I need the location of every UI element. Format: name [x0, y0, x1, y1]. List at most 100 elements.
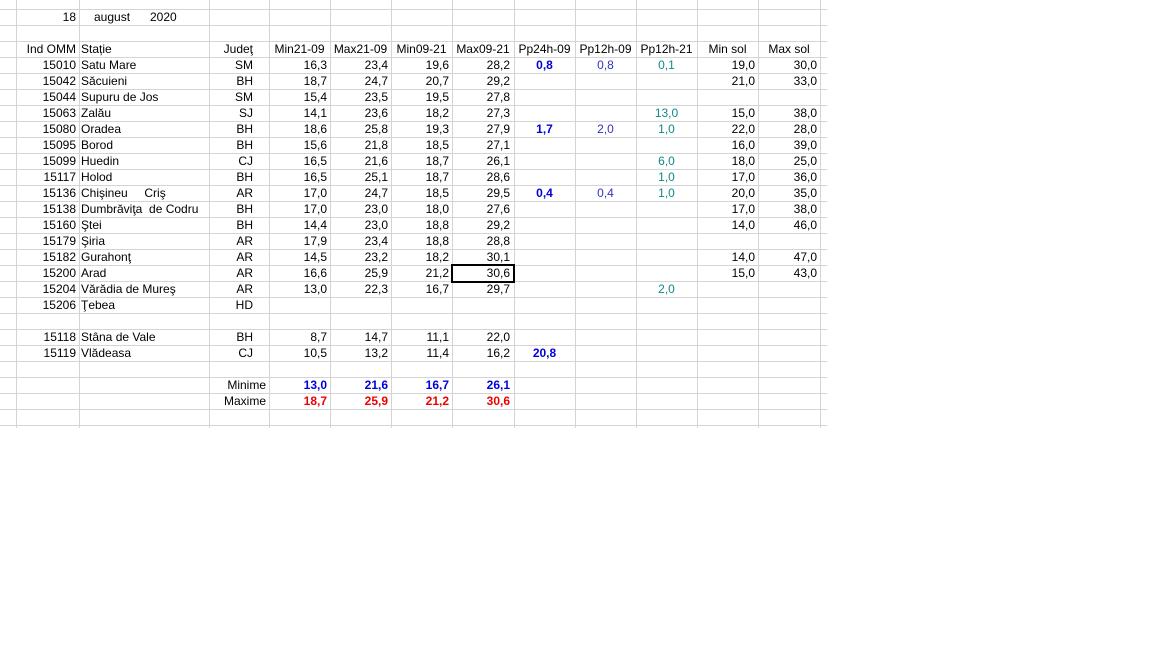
cell-max2109[interactable]: 21,8 — [330, 137, 391, 153]
cell-max0921[interactable]: 29,7 — [452, 281, 513, 297]
spreadsheet-grid[interactable]: 18 august 2020 Ind OMM Stație Judeţ Min21-0… — [0, 0, 827, 428]
cell-county[interactable]: BH — [148, 121, 256, 137]
cell-pp24[interactable] — [514, 105, 575, 121]
cell-county[interactable]: SM — [148, 57, 256, 73]
cell-max2109[interactable]: 23,6 — [330, 105, 391, 121]
cell-min0921[interactable] — [391, 297, 452, 313]
cell-max0921[interactable]: 29,2 — [452, 73, 513, 89]
cell-min2109[interactable]: 16,3 — [269, 57, 330, 73]
cell-county[interactable]: AR — [148, 265, 256, 281]
cell-min2109[interactable]: 16,5 — [269, 153, 330, 169]
cell-min0921[interactable]: 18,0 — [391, 201, 452, 217]
cell-minsol[interactable] — [697, 329, 758, 345]
cell-min0921[interactable]: 18,7 — [391, 169, 452, 185]
cell-pp12b[interactable] — [636, 249, 697, 265]
cell-minsol[interactable]: 17,0 — [697, 169, 758, 185]
cell-pp12b[interactable]: 1,0 — [636, 121, 697, 137]
cell-min2109[interactable]: 18,7 — [269, 73, 330, 89]
cell-minsol[interactable]: 20,0 — [697, 185, 758, 201]
cell-maxsol[interactable]: 38,0 — [758, 201, 820, 217]
cell-min0921[interactable]: 11,4 — [391, 345, 452, 361]
cell-min2109[interactable]: 17,9 — [269, 233, 330, 249]
cell-max2109[interactable]: 21,6 — [330, 153, 391, 169]
cell-pp24[interactable]: 20,8 — [514, 345, 575, 361]
minime-min0921[interactable]: 16,7 — [391, 377, 452, 393]
cell-max0921[interactable]: 27,1 — [452, 137, 513, 153]
cell-ind[interactable]: 15182 — [0, 249, 79, 265]
cell-pp12b[interactable] — [636, 73, 697, 89]
cell-pp24[interactable]: 1,7 — [514, 121, 575, 137]
column-header[interactable]: Ind OMM — [0, 41, 79, 57]
cell-maxsol[interactable]: 30,0 — [758, 57, 820, 73]
minime-label[interactable]: Minime — [148, 377, 269, 393]
cell-maxsol[interactable] — [758, 233, 820, 249]
cell-maxsol[interactable] — [758, 329, 820, 345]
cell-county[interactable]: BH — [148, 217, 256, 233]
cell-max2109[interactable]: 23,4 — [330, 233, 391, 249]
column-header[interactable]: Max21-09 — [330, 41, 391, 57]
cell-minsol[interactable]: 22,0 — [697, 121, 758, 137]
cell-ind[interactable]: 15179 — [0, 233, 79, 249]
cell-pp12a[interactable] — [575, 137, 636, 153]
cell-min2109[interactable]: 16,6 — [269, 265, 330, 281]
cell-ind[interactable]: 15063 — [0, 105, 79, 121]
cell-ind[interactable]: 15117 — [0, 169, 79, 185]
cell-maxsol[interactable] — [758, 281, 820, 297]
cell-county[interactable]: AR — [148, 249, 256, 265]
cell-max0921[interactable]: 30,1 — [452, 249, 513, 265]
cell-minsol[interactable]: 21,0 — [697, 73, 758, 89]
cell-pp12a[interactable] — [575, 329, 636, 345]
cell-pp12a[interactable] — [575, 297, 636, 313]
maxime-min2109[interactable]: 18,7 — [269, 393, 330, 409]
cell-pp24[interactable] — [514, 73, 575, 89]
column-header[interactable]: Min21-09 — [269, 41, 330, 57]
cell-county[interactable]: SM — [148, 89, 256, 105]
cell-ind[interactable]: 15200 — [0, 265, 79, 281]
cell-pp12a[interactable] — [575, 89, 636, 105]
cell-pp12a[interactable] — [575, 73, 636, 89]
cell-min0921[interactable]: 18,2 — [391, 105, 452, 121]
column-header[interactable]: Min sol — [697, 41, 758, 57]
cell-minsol[interactable]: 19,0 — [697, 57, 758, 73]
maxime-max0921[interactable]: 30,6 — [452, 393, 513, 409]
cell-max0921[interactable]: 28,8 — [452, 233, 513, 249]
cell-max2109[interactable]: 23,2 — [330, 249, 391, 265]
cell-ind[interactable]: 15044 — [0, 89, 79, 105]
cell-maxsol[interactable]: 43,0 — [758, 265, 820, 281]
cell-pp12a[interactable]: 0,4 — [575, 185, 636, 201]
cell-min0921[interactable]: 18,8 — [391, 233, 452, 249]
cell-max0921[interactable] — [452, 297, 513, 313]
column-header[interactable]: Max sol — [758, 41, 820, 57]
cell-county[interactable]: SJ — [148, 105, 256, 121]
active-cell-selection[interactable] — [451, 264, 515, 283]
cell-max0921[interactable]: 27,6 — [452, 201, 513, 217]
cell-pp12b[interactable]: 13,0 — [636, 105, 697, 121]
cell-min0921[interactable]: 19,3 — [391, 121, 452, 137]
cell-pp24[interactable] — [514, 329, 575, 345]
cell-min0921[interactable]: 18,5 — [391, 185, 452, 201]
date-year[interactable]: 2020 — [148, 9, 209, 25]
cell-max0921[interactable]: 29,5 — [452, 185, 513, 201]
cell-max2109[interactable]: 25,8 — [330, 121, 391, 137]
cell-pp24[interactable] — [514, 137, 575, 153]
cell-pp12a[interactable] — [575, 249, 636, 265]
cell-maxsol[interactable]: 46,0 — [758, 217, 820, 233]
column-header[interactable]: Judeţ — [148, 41, 256, 57]
cell-pp12a[interactable] — [575, 153, 636, 169]
cell-max0921[interactable]: 27,9 — [452, 121, 513, 137]
cell-pp12b[interactable]: 2,0 — [636, 281, 697, 297]
cell-min0921[interactable]: 20,7 — [391, 73, 452, 89]
cell-ind[interactable]: 15160 — [0, 217, 79, 233]
cell-maxsol[interactable]: 28,0 — [758, 121, 820, 137]
cell-pp12a[interactable] — [575, 281, 636, 297]
cell-min0921[interactable]: 18,7 — [391, 153, 452, 169]
cell-max2109[interactable]: 14,7 — [330, 329, 391, 345]
cell-min2109[interactable] — [269, 297, 330, 313]
maxime-min0921[interactable]: 21,2 — [391, 393, 452, 409]
cell-max2109[interactable]: 25,1 — [330, 169, 391, 185]
cell-min0921[interactable]: 19,5 — [391, 89, 452, 105]
cell-pp12a[interactable] — [575, 233, 636, 249]
cell-min0921[interactable]: 18,8 — [391, 217, 452, 233]
cell-min0921[interactable]: 18,5 — [391, 137, 452, 153]
cell-maxsol[interactable]: 39,0 — [758, 137, 820, 153]
